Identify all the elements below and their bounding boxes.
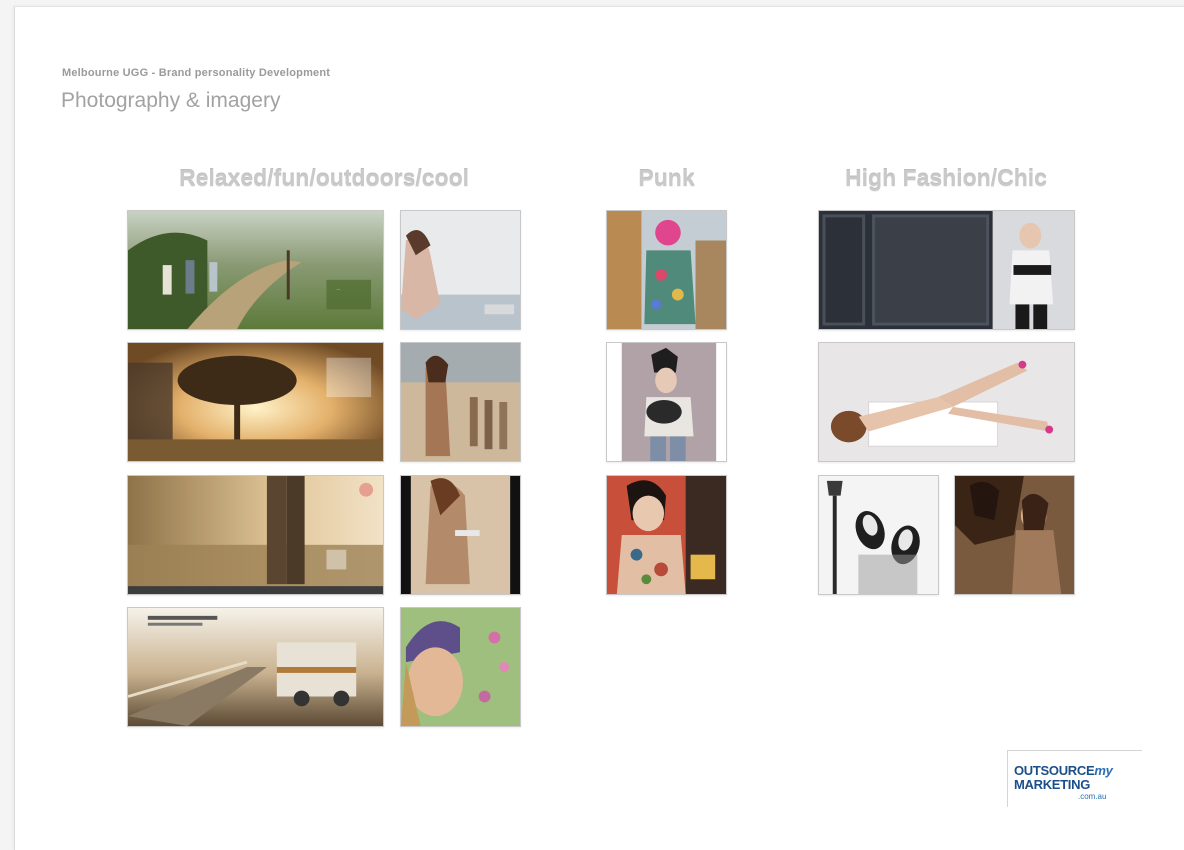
photo-relaxed-harbour-woman xyxy=(400,210,521,330)
photo-relaxed-golden-field xyxy=(127,475,384,595)
photo-punk-tattoo xyxy=(606,475,727,595)
photo-relaxed-beanie-woman xyxy=(400,607,521,727)
photo-fashion-doorway xyxy=(818,210,1075,330)
logo-line3: .com.au xyxy=(1078,792,1107,801)
photo-relaxed-beach-surfers xyxy=(400,342,521,462)
category-relaxed-heading: Relaxed/fun/outdoors/cool xyxy=(178,165,470,191)
photo-relaxed-car-woman xyxy=(400,475,521,595)
svg-text:...: ... xyxy=(336,287,340,292)
photo-fashion-sneakers-lamp xyxy=(818,475,939,595)
category-high-fashion-heading: High Fashion/Chic xyxy=(845,165,1047,191)
photo-punk-puppy xyxy=(606,342,727,462)
logo-line1: OUTSOURCEmy xyxy=(1014,763,1113,778)
photo-relaxed-tree-sunset xyxy=(127,342,384,462)
photo-fashion-reclining xyxy=(818,342,1075,462)
photo-punk-pink-hair xyxy=(606,210,727,330)
photo-relaxed-campervan-bridge xyxy=(127,607,384,727)
outsource-my-marketing-logo: OUTSOURCEmy MARKETING .com.au xyxy=(1007,750,1142,807)
category-punk-heading: Punk xyxy=(638,165,695,191)
photo-fashion-horse xyxy=(954,475,1075,595)
header-kicker: Melbourne UGG - Brand personality Develo… xyxy=(62,67,331,79)
page-title: Photography & imagery xyxy=(61,89,281,112)
logo-line2: MARKETING xyxy=(1014,777,1091,792)
photo-relaxed-friends-path: ... xyxy=(127,210,384,330)
